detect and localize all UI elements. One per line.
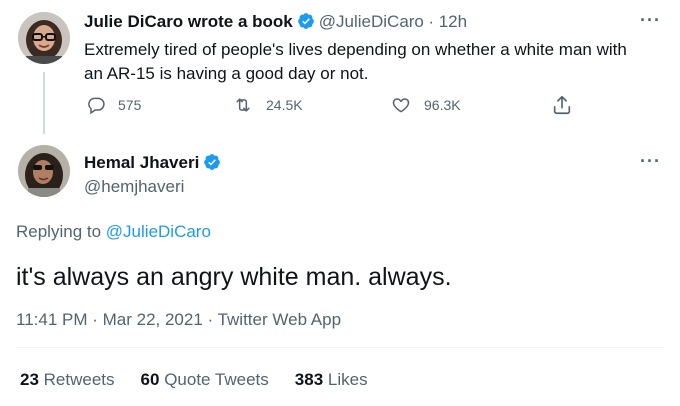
avatar[interactable]: [18, 12, 70, 64]
likes-stat[interactable]: 383 Likes: [295, 370, 368, 390]
author-name[interactable]: Julie DiCaro wrote a book: [84, 12, 293, 31]
replying-to: Replying to @JulieDiCaro: [16, 222, 211, 242]
main-tweet-header: Hemal Jhaveri: [84, 153, 225, 176]
retweets-value: 23: [20, 370, 39, 389]
likes-label: Likes: [327, 370, 368, 389]
tweet-timestamp[interactable]: 11:41 PM · Mar 22, 2021 · Twitter Web Ap…: [16, 310, 341, 330]
avatar[interactable]: [18, 145, 70, 197]
retweet-action[interactable]: 24.5K: [232, 95, 303, 115]
like-count: 96.3K: [424, 97, 461, 113]
retweet-icon: [236, 98, 250, 112]
parent-tweet-text: Extremely tired of people's lives depend…: [84, 38, 627, 86]
tweet-text-line: Extremely tired of people's lives depend…: [84, 40, 627, 59]
like-action[interactable]: 96.3K: [390, 95, 461, 115]
more-icon[interactable]: ···: [640, 10, 661, 31]
retweets-label: Retweets: [43, 370, 115, 389]
thread-line: [43, 72, 45, 134]
retweets-stat[interactable]: 23 Retweets: [20, 370, 115, 390]
avatar-image: [18, 12, 70, 64]
main-tweet-text: it's always an angry white man. always.: [16, 263, 452, 291]
tweet-text-line: an AR-15 is having a good day or not.: [84, 64, 369, 83]
avatar-image: [18, 145, 70, 197]
reply-icon: [88, 97, 105, 115]
quotes-value: 60: [140, 370, 160, 389]
share-button[interactable]: [551, 94, 585, 116]
engagement-stats: 23 Retweets 60 Quote Tweets 383 Likes: [20, 370, 394, 390]
author-name[interactable]: Hemal Jhaveri: [84, 153, 199, 172]
replying-to-mention[interactable]: @JulieDiCaro: [106, 222, 211, 241]
likes-value: 383: [294, 370, 324, 389]
verified-badge-icon: [297, 12, 315, 35]
quotes-label: Quote Tweets: [164, 370, 269, 389]
more-icon[interactable]: ···: [640, 151, 661, 172]
share-icon: [553, 95, 571, 115]
verified-badge-icon: [203, 153, 221, 176]
reply-action[interactable]: 575: [86, 95, 141, 115]
tweet-time[interactable]: · 12h: [428, 12, 467, 31]
quote-tweets-stat[interactable]: 60 Quote Tweets: [141, 370, 269, 390]
author-handle[interactable]: @hemjhaveri: [84, 177, 184, 197]
like-icon: [392, 98, 410, 113]
divider: [16, 347, 664, 348]
retweet-count: 24.5K: [266, 97, 303, 113]
replying-to-label: Replying to: [16, 222, 102, 241]
author-handle[interactable]: @JulieDiCaro: [319, 12, 424, 31]
parent-tweet-header: Julie DiCaro wrote a book @JulieDiCaro ·…: [84, 12, 467, 35]
reply-count: 575: [118, 97, 142, 113]
